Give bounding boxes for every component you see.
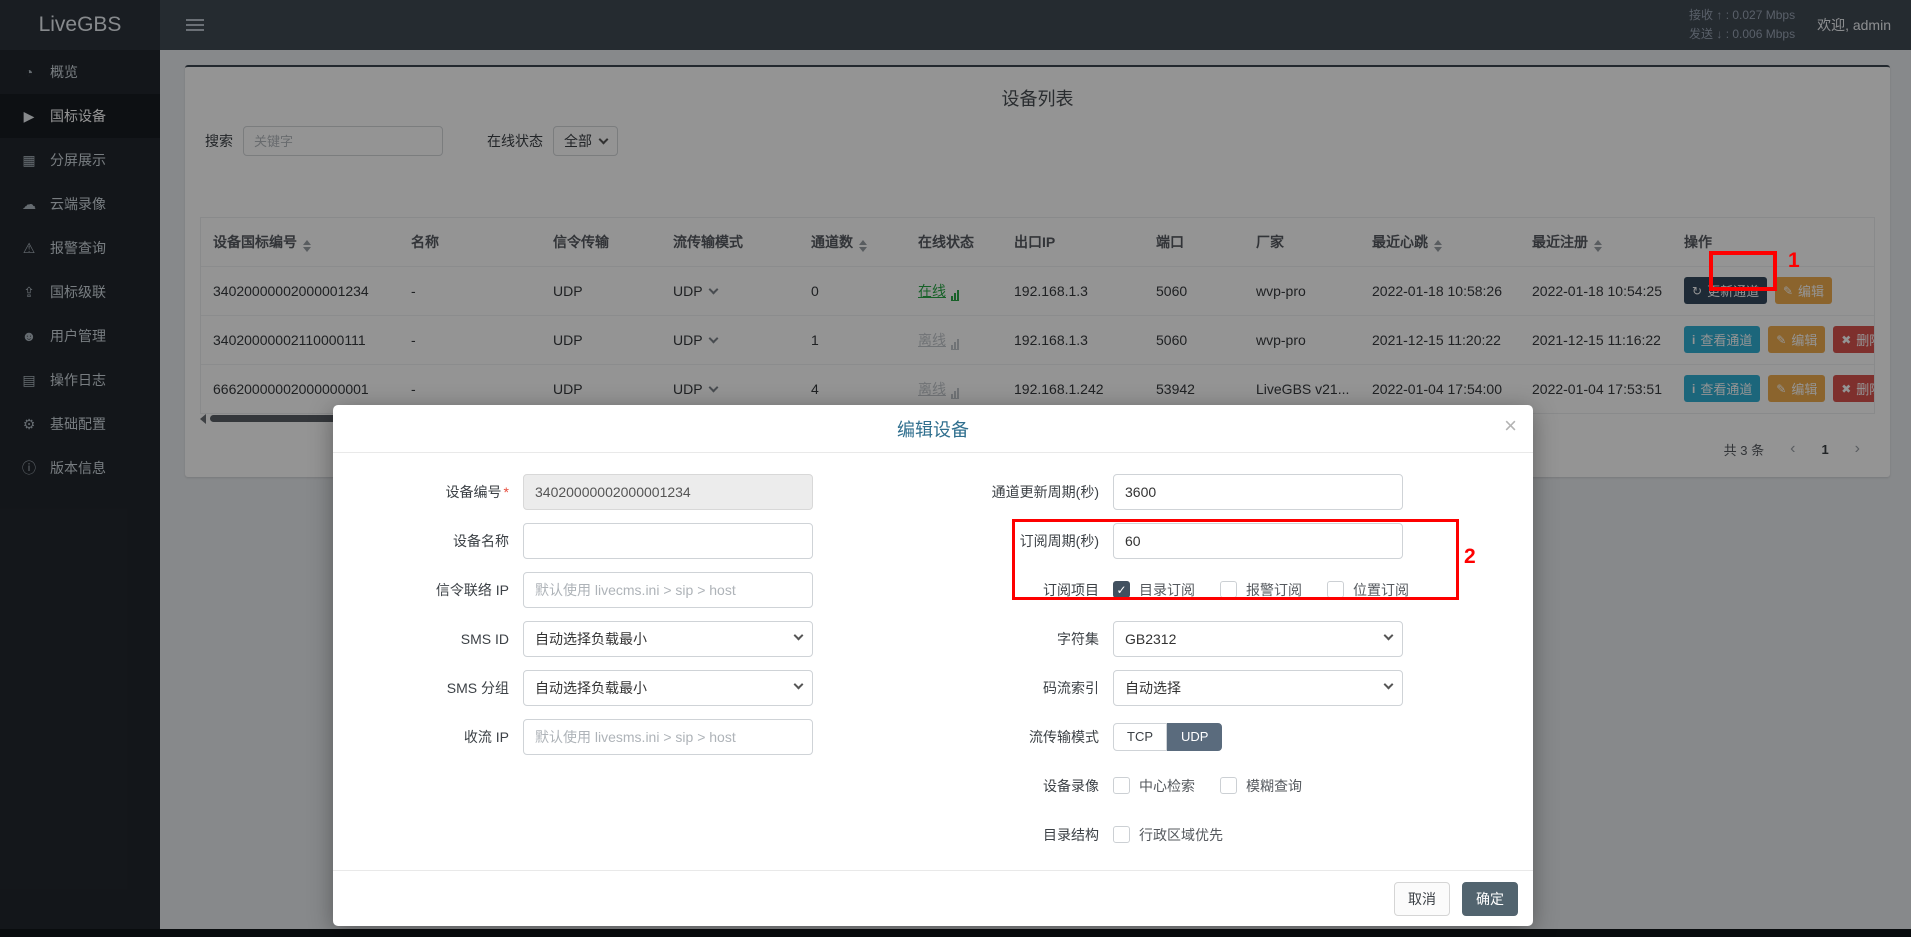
subscribe-period-label: 订阅周期(秒) (933, 531, 1113, 551)
annotation-label-1: 1 (1788, 249, 1800, 273)
subscribe-period-field[interactable] (1113, 523, 1403, 559)
modal-footer: 取消 确定 (333, 870, 1533, 926)
admin-region-first-label: 行政区域优先 (1139, 825, 1223, 845)
app-window: LiveGBS 接收 ↑ : 0.027 Mbps 发送 ↓ : 0.006 M… (0, 0, 1911, 937)
fuzzy-query-checkbox[interactable] (1220, 777, 1237, 794)
recv-ip-label: 收流 IP (333, 727, 523, 747)
stream-index-select[interactable]: 自动选择 (1113, 670, 1403, 706)
modal-title: 编辑设备 (897, 416, 969, 442)
center-search-label: 中心检索 (1139, 776, 1195, 796)
position-subscribe-checkbox[interactable] (1327, 581, 1344, 598)
stream-index-label: 码流索引 (933, 678, 1113, 698)
chevron-down-icon (794, 679, 804, 689)
fuzzy-query-label: 模糊查询 (1246, 776, 1302, 796)
annotation-label-2: 2 (1464, 545, 1476, 569)
stream-mode-label: 流传输模式 (933, 727, 1113, 747)
admin-region-first-checkbox[interactable] (1113, 826, 1130, 843)
required-asterisk: * (504, 484, 509, 500)
recv-ip-field[interactable] (523, 719, 813, 755)
tcp-toggle-button[interactable]: TCP (1113, 723, 1167, 751)
center-search-checkbox[interactable] (1113, 777, 1130, 794)
signal-ip-field[interactable] (523, 572, 813, 608)
channel-refresh-field[interactable] (1113, 474, 1403, 510)
alarm-subscribe-checkbox[interactable] (1220, 581, 1237, 598)
cancel-button[interactable]: 取消 (1394, 882, 1450, 916)
subscribe-items-label: 订阅项目 (933, 580, 1113, 600)
modal-header: 编辑设备 × (333, 405, 1533, 453)
position-subscribe-label: 位置订阅 (1353, 580, 1409, 600)
modal-body: 设备编号* 设备名称 信令联络 IP SMS ID 自动选择负载最小 SMS 分… (333, 453, 1533, 859)
device-name-label: 设备名称 (333, 531, 523, 551)
catalog-subscribe-checkbox[interactable]: ✓ (1113, 581, 1130, 598)
form-left-column: 设备编号* 设备名称 信令联络 IP SMS ID 自动选择负载最小 SMS 分… (333, 467, 933, 859)
close-icon[interactable]: × (1504, 415, 1517, 437)
sms-id-select[interactable]: 自动选择负载最小 (523, 621, 813, 657)
device-id-label: 设备编号* (333, 482, 523, 502)
form-right-column: 通道更新周期(秒) 订阅周期(秒) 订阅项目 ✓ 目录订阅 报警订阅 位置订阅 (933, 467, 1533, 859)
alarm-subscribe-label: 报警订阅 (1246, 580, 1302, 600)
sms-id-label: SMS ID (333, 631, 523, 647)
catalog-subscribe-label: 目录订阅 (1139, 580, 1195, 600)
device-name-field[interactable] (523, 523, 813, 559)
charset-label: 字符集 (933, 629, 1113, 649)
edit-device-modal: 编辑设备 × 设备编号* 设备名称 信令联络 IP SMS ID (333, 405, 1533, 926)
sms-group-label: SMS 分组 (333, 678, 523, 698)
device-id-field (523, 474, 813, 510)
chevron-down-icon (1384, 679, 1394, 689)
channel-refresh-label: 通道更新周期(秒) (933, 482, 1113, 502)
udp-toggle-button[interactable]: UDP (1167, 723, 1222, 751)
device-record-label: 设备录像 (933, 776, 1113, 796)
dir-structure-label: 目录结构 (933, 825, 1113, 845)
chevron-down-icon (1384, 630, 1394, 640)
charset-select[interactable]: GB2312 (1113, 621, 1403, 657)
chevron-down-icon (794, 630, 804, 640)
ok-button[interactable]: 确定 (1462, 882, 1518, 916)
sms-group-select[interactable]: 自动选择负载最小 (523, 670, 813, 706)
stream-mode-toggle: TCP UDP (1113, 723, 1222, 751)
signal-ip-label: 信令联络 IP (333, 580, 523, 600)
